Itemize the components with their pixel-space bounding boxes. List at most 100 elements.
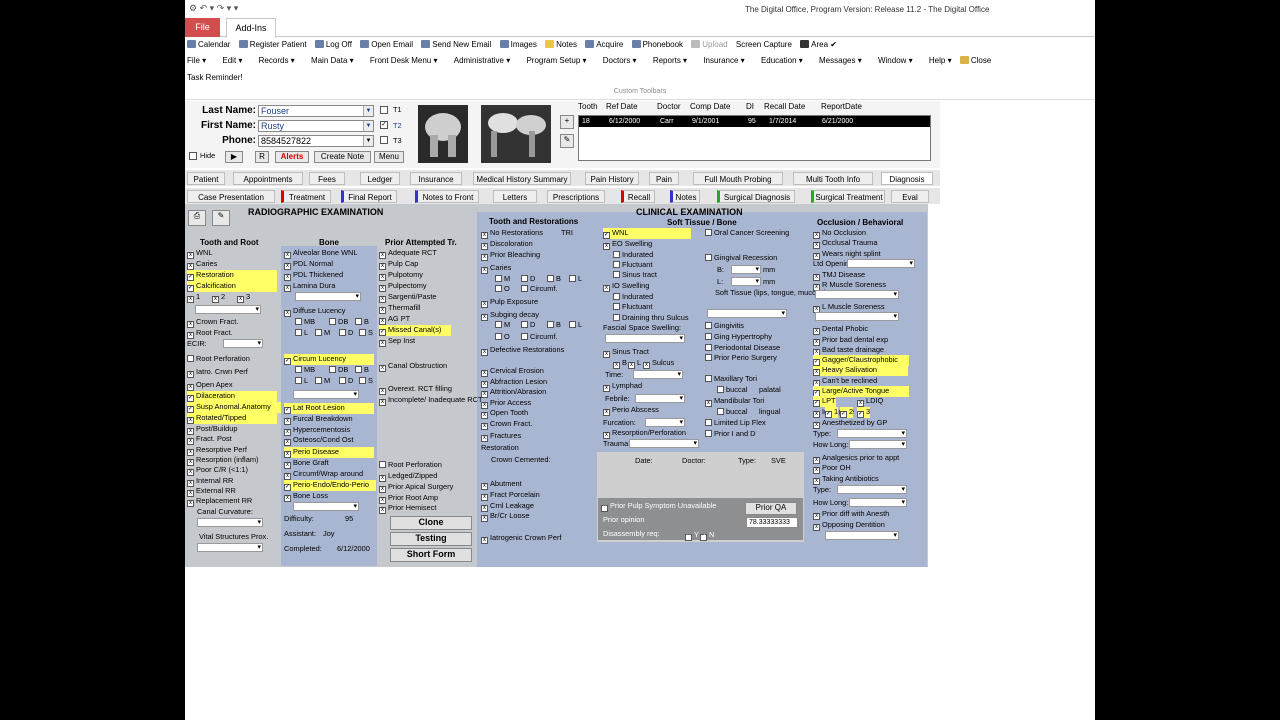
checkbox-item[interactable]: Joy — [323, 529, 335, 538]
checkbox-icon[interactable] — [705, 344, 712, 351]
checkbox-item[interactable]: O — [495, 284, 510, 293]
checkbox-item[interactable]: x Canal Obstruction — [379, 361, 447, 372]
tab-fees[interactable]: Fees — [309, 172, 345, 185]
checkbox-item[interactable]: Gingival Recession — [705, 253, 777, 262]
checkbox-item[interactable]: M — [495, 320, 510, 329]
menu-help[interactable]: Help ▾ — [929, 56, 952, 65]
checkbox-icon[interactable]: x — [187, 252, 194, 259]
checkbox-icon[interactable] — [295, 318, 302, 325]
tab-add-ins[interactable]: Add-Ins — [226, 18, 276, 38]
checkbox-item[interactable]: Fluctuant — [613, 260, 652, 269]
checkbox-item[interactable]: Ging Hypertrophy — [705, 332, 772, 341]
checkbox-item[interactable]: ✓ Dilaceration — [187, 391, 277, 402]
dropdown[interactable] — [195, 305, 261, 314]
checkbox-icon[interactable]: x — [603, 385, 610, 392]
menu-file[interactable]: File ▾ — [187, 56, 206, 65]
checkbox-item[interactable]: O — [495, 332, 510, 341]
checkbox-item[interactable]: ✓ Restoration — [187, 270, 277, 281]
checkbox-item[interactable]: x Open Tooth — [481, 408, 528, 419]
checkbox-item[interactable]: x Abutment — [481, 479, 522, 490]
checkbox-item[interactable]: DB — [329, 365, 348, 374]
checkbox-item[interactable]: Circumf. — [521, 332, 558, 341]
checkbox-item[interactable]: Indurated — [613, 250, 653, 259]
checkbox-item[interactable]: Type: — [813, 429, 831, 438]
checkbox-item[interactable]: lingual — [759, 407, 780, 416]
checkbox-icon[interactable]: ✓ — [187, 395, 194, 402]
clone-button[interactable]: Clone — [390, 516, 472, 530]
chevron-down-icon[interactable]: ▼ — [363, 136, 373, 146]
checkbox-item[interactable]: Periodontal Disease — [705, 343, 780, 352]
checkbox-icon[interactable] — [547, 321, 554, 328]
create-note-button[interactable]: Create Note — [314, 151, 371, 163]
checkbox-icon[interactable]: ✓ — [284, 407, 291, 414]
checkbox-icon[interactable] — [329, 366, 336, 373]
checkbox-icon[interactable]: x — [284, 274, 291, 281]
checkbox-icon[interactable]: x — [813, 242, 820, 249]
checkbox-icon[interactable] — [613, 314, 620, 321]
checkbox-icon[interactable]: x — [603, 285, 610, 292]
upload-button[interactable]: Upload — [691, 40, 728, 49]
checkbox-icon[interactable] — [339, 377, 346, 384]
checkbox-icon[interactable]: x — [284, 495, 291, 502]
checkbox-icon[interactable]: x — [603, 432, 610, 439]
checkbox-icon[interactable]: x — [481, 267, 488, 274]
dropdown[interactable] — [815, 312, 899, 321]
checkbox-item[interactable]: x Thermafill — [379, 303, 420, 314]
checkbox-item[interactable]: x PDL Thickened — [284, 270, 343, 281]
checkbox-icon[interactable] — [613, 271, 620, 278]
checkbox-item[interactable]: x Poor OH — [813, 463, 851, 474]
checkbox-icon[interactable]: x — [481, 515, 488, 522]
checkbox-icon[interactable] — [355, 366, 362, 373]
checkbox-icon[interactable]: x — [481, 254, 488, 261]
checkbox-item[interactable]: Gingivitis — [705, 321, 744, 330]
checkbox-icon[interactable]: x — [481, 494, 488, 501]
checkbox-icon[interactable]: x — [813, 328, 820, 335]
checkbox-item[interactable]: x Perio Disease — [284, 447, 374, 458]
checkbox-icon[interactable]: x — [187, 321, 194, 328]
tab-insurance[interactable]: Insurance — [410, 172, 462, 185]
checkbox-icon[interactable]: x — [857, 400, 864, 407]
tab-full-mouth-probing[interactable]: Full Mouth Probing — [693, 172, 783, 185]
checkbox-item[interactable]: buccal — [717, 385, 747, 394]
checkbox-item[interactable]: S — [359, 328, 373, 337]
checkbox-icon[interactable] — [613, 251, 620, 258]
checkbox-icon[interactable]: ✓ — [825, 411, 832, 418]
checkbox-item[interactable]: Draining thru Sulcus — [613, 313, 689, 322]
checkbox-icon[interactable]: ✓ — [813, 400, 820, 407]
checkbox-item[interactable]: L — [569, 274, 582, 283]
checkbox-icon[interactable] — [359, 329, 366, 336]
checkbox-item[interactable]: x Defective Restorations — [481, 345, 564, 356]
checkbox-item[interactable]: x Caries — [481, 263, 511, 274]
checkbox-item[interactable]: xB — [613, 358, 627, 369]
checkbox-item[interactable]: ECIR: — [187, 339, 207, 348]
checkbox-item[interactable]: x Crown Fract. — [481, 419, 532, 430]
dropdown[interactable] — [197, 543, 263, 552]
dropdown[interactable] — [295, 292, 361, 301]
checkbox-icon[interactable] — [359, 377, 366, 384]
checkbox-item[interactable]: x Hypercementosis — [284, 425, 350, 436]
checkbox-item[interactable]: x AG PT — [379, 314, 410, 325]
checkbox-item[interactable]: x Iatrogenic Crown Perf — [481, 533, 561, 544]
alerts-button[interactable]: Alerts — [275, 151, 309, 163]
checkbox-item[interactable]: x Occlusal Trauma — [813, 238, 908, 249]
checkbox-icon[interactable] — [717, 408, 724, 415]
checkbox-item[interactable]: L — [295, 376, 308, 385]
menu-administrative[interactable]: Administrative ▾ — [454, 56, 511, 65]
checkbox-icon[interactable]: x — [379, 507, 386, 514]
checkbox-item[interactable]: TRI — [561, 228, 573, 237]
checkbox-icon[interactable]: x — [813, 513, 820, 520]
checkbox-icon[interactable]: x — [481, 412, 488, 419]
checkbox-icon[interactable]: x — [187, 371, 194, 378]
checkbox-icon[interactable]: x — [813, 478, 820, 485]
tab-final-report[interactable]: Final Report — [341, 190, 397, 203]
checkbox-item[interactable]: How Long: — [813, 498, 848, 507]
checkbox-icon[interactable] — [705, 375, 712, 382]
checkbox-icon[interactable] — [495, 275, 502, 282]
checkbox-item[interactable]: x Opposing Dentition — [813, 520, 885, 531]
checkbox-item[interactable]: Circumf. — [521, 284, 558, 293]
tab-pain-history[interactable]: Pain History — [585, 172, 639, 185]
checkbox-icon[interactable]: x — [379, 285, 386, 292]
checkbox-item[interactable]: x No Restorations — [481, 228, 543, 239]
tab-multi-tooth-info[interactable]: Multi Tooth Info — [793, 172, 873, 185]
checkbox-item[interactable]: x Taking Antibiotics — [813, 474, 879, 485]
